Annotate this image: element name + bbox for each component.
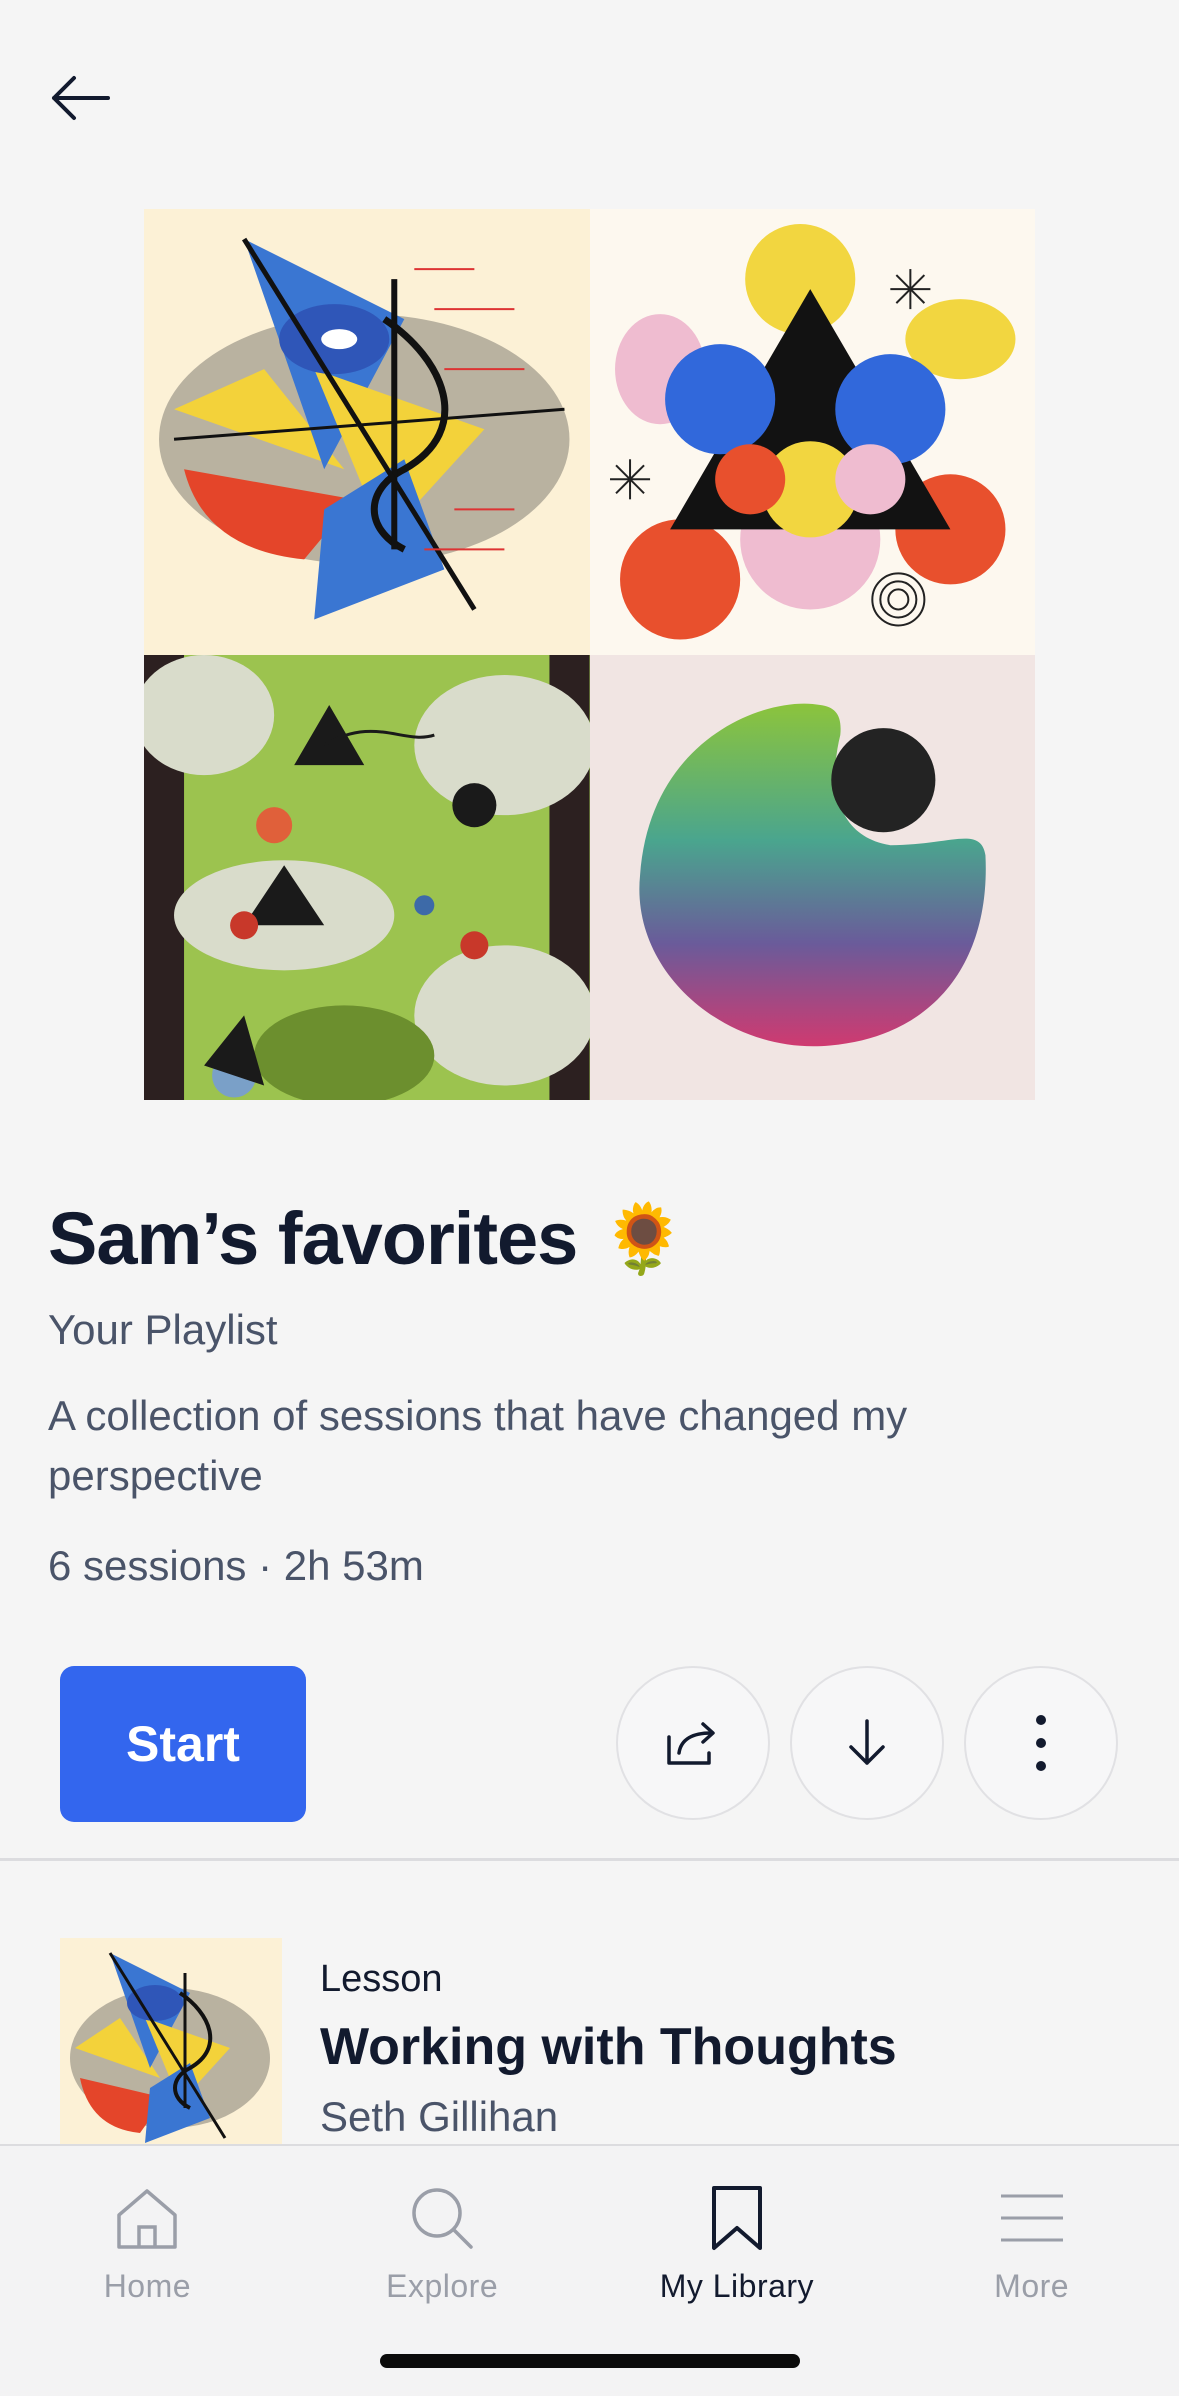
page-title: Sam’s favorites: [48, 1197, 578, 1280]
session-type: Lesson: [320, 1958, 443, 2000]
download-icon: [849, 1719, 885, 1765]
share-icon: [667, 1722, 715, 1765]
tab-explore-label: Explore: [386, 2268, 499, 2304]
home-indicator: [380, 2354, 800, 2368]
more-vertical-icon: [1036, 1715, 1046, 1771]
tab-home[interactable]: Home: [0, 2146, 295, 2396]
section-divider: [0, 1858, 1179, 1861]
session-title: Working with Thoughts: [320, 2018, 897, 2076]
download-button[interactable]: [790, 1666, 944, 1820]
arrow-left-icon: [52, 76, 110, 120]
home-icon: [117, 2189, 178, 2249]
cover-art-tile-3: [144, 654, 590, 1100]
back-button[interactable]: [40, 62, 120, 134]
cover-art-tile-4: [589, 654, 1035, 1100]
cover-art-tile-2: [589, 209, 1035, 655]
playlist-header: Sam’s favorites 🌻: [48, 1196, 1131, 1281]
bookmark-icon: [711, 2186, 762, 2250]
session-author: Seth Gillihan: [320, 2093, 559, 2140]
session-list-item[interactable]: Lesson Working with Thoughts Seth Gillih…: [60, 1938, 1179, 2148]
playlist-subtitle: Your Playlist: [48, 1306, 278, 1353]
share-button[interactable]: [616, 1666, 770, 1820]
more-options-button[interactable]: [964, 1666, 1118, 1820]
playlist-meta: 6 sessions · 2h 53m: [48, 1542, 424, 1589]
start-button[interactable]: Start: [60, 1666, 306, 1822]
search-icon: [412, 2188, 473, 2249]
tab-more[interactable]: More: [884, 2146, 1179, 2396]
tab-home-label: Home: [103, 2268, 192, 2304]
session-thumbnail: [60, 1938, 282, 2148]
playlist-description: A collection of sessions that have chang…: [48, 1392, 908, 1499]
tab-my-library-label: My Library: [659, 2268, 815, 2304]
playlist-cover-art: [144, 209, 1035, 1100]
cover-art-tile-1: [144, 209, 590, 655]
tab-more-label: More: [994, 2268, 1070, 2304]
sunflower-emoji: 🌻: [601, 1200, 686, 1277]
menu-icon: [1000, 2194, 1063, 2242]
